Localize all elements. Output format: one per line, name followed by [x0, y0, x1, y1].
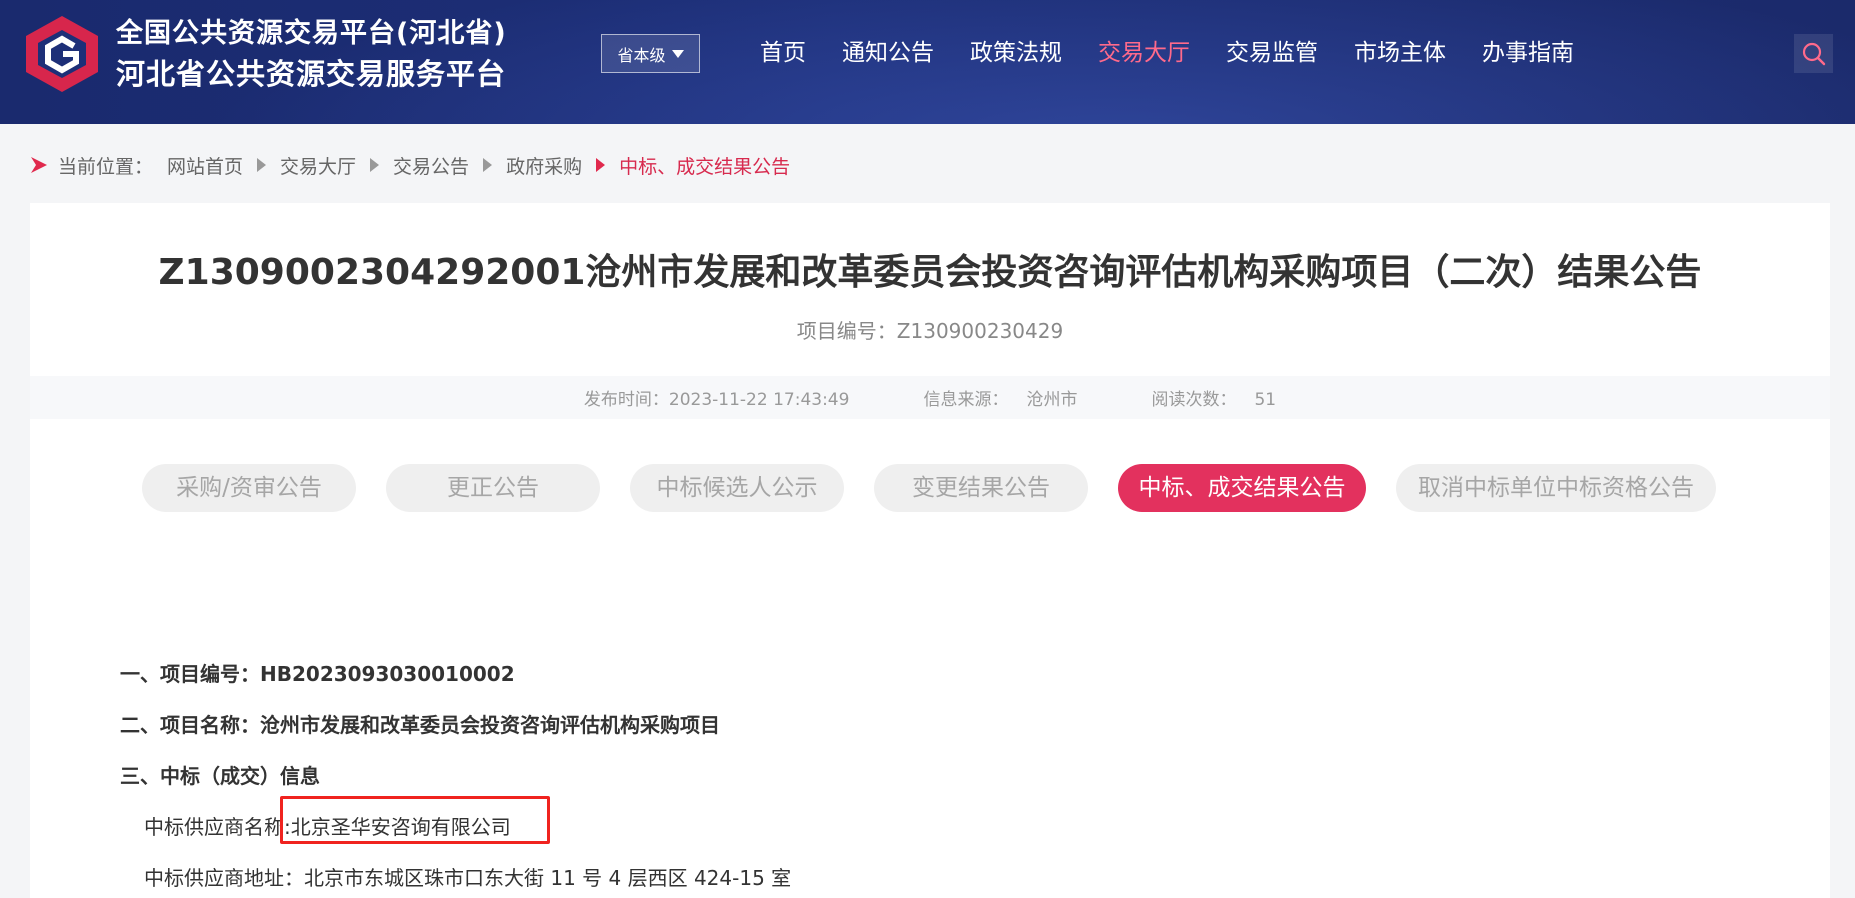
article-body: 一、项目编号：HB2023093030010002 二、项目名称：沧州市发展和改…: [120, 649, 791, 898]
main-nav: 首页 通知公告 政策法规 交易大厅 交易监管 市场主体 办事指南: [742, 30, 1592, 76]
brand-line2: 河北省公共资源交易服务平台: [116, 57, 507, 91]
article-card: Z1309002304292001沧州市发展和改革委员会投资咨询评估机构采购项目…: [30, 203, 1830, 898]
site-header: 全国公共资源交易平台(河北省) 河北省公共资源交易服务平台 省本级 首页 通知公…: [0, 0, 1855, 124]
tab-procurement-notice[interactable]: 采购/资审公告: [142, 464, 356, 512]
breadcrumb-separator-icon: [483, 158, 493, 172]
info-source: 信息来源： 沧州市: [923, 385, 1077, 410]
breadcrumb-trading-hall[interactable]: 交易大厅: [280, 152, 356, 179]
breadcrumb-label: 当前位置：: [58, 155, 154, 178]
read-count: 阅读次数： 51: [1151, 385, 1276, 410]
nav-notices[interactable]: 通知公告: [824, 30, 952, 76]
nav-guide[interactable]: 办事指南: [1464, 30, 1592, 76]
section-project-name: 二、项目名称：沧州市发展和改革委员会投资咨询评估机构采购项目: [120, 713, 720, 737]
breadcrumb: 当前位置： 网站首页 交易大厅 交易公告 政府采购 中标、成交结果公告: [28, 150, 790, 180]
nav-policies[interactable]: 政策法规: [952, 30, 1080, 76]
publish-time-value: 2023-11-22 17:43:49: [668, 390, 850, 410]
breadcrumb-separator-icon: [370, 158, 380, 172]
breadcrumb-trade-notices[interactable]: 交易公告: [393, 152, 469, 179]
section-project-number: 一、项目编号：HB2023093030010002: [120, 662, 515, 686]
publish-time: 发布时间：2023-11-22 17:43:49: [584, 385, 850, 410]
supplier-name: 中标供应商名称:北京圣华安咨询有限公司: [144, 815, 511, 839]
read-count-label: 阅读次数：: [1151, 390, 1237, 410]
breadcrumb-home[interactable]: 网站首页: [167, 152, 243, 179]
notice-tabs: 采购/资审公告 更正公告 中标候选人公示 变更结果公告 中标、成交结果公告 取消…: [142, 464, 1716, 512]
brand[interactable]: 全国公共资源交易平台(河北省) 河北省公共资源交易服务平台: [116, 14, 507, 94]
nav-market-entities[interactable]: 市场主体: [1336, 30, 1464, 76]
tab-change-result[interactable]: 变更结果公告: [874, 464, 1088, 512]
platform-logo-icon: [26, 16, 98, 92]
info-source-value: 沧州市: [1026, 390, 1078, 410]
article-title: Z1309002304292001沧州市发展和改革委员会投资咨询评估机构采购项目…: [158, 252, 1702, 293]
read-count-value: 51: [1254, 390, 1277, 410]
nav-supervision[interactable]: 交易监管: [1208, 30, 1336, 76]
level-select[interactable]: 省本级: [601, 34, 700, 73]
nav-home[interactable]: 首页: [742, 30, 824, 76]
section-award-info: 三、中标（成交）信息: [120, 764, 320, 788]
search-icon: [1802, 42, 1825, 65]
tab-correction-notice[interactable]: 更正公告: [386, 464, 600, 512]
tab-cancel-award[interactable]: 取消中标单位中标资格公告: [1396, 464, 1716, 512]
tab-candidate-publicity[interactable]: 中标候选人公示: [630, 464, 844, 512]
brand-line1: 全国公共资源交易平台(河北省): [116, 18, 507, 49]
project-number: 项目编号：Z130900230429: [796, 319, 1064, 343]
location-arrow-icon: [31, 157, 47, 173]
supplier-address: 中标供应商地址：北京市东城区珠市口东大街 11 号 4 层西区 424-15 室: [144, 866, 792, 890]
meta-bar: 发布时间：2023-11-22 17:43:49 信息来源： 沧州市 阅读次数： 5…: [30, 376, 1830, 419]
breadcrumb-gov-procurement[interactable]: 政府采购: [506, 152, 582, 179]
level-select-value: 省本级: [617, 45, 666, 65]
caret-down-icon: [671, 49, 684, 58]
nav-trading-hall[interactable]: 交易大厅: [1080, 30, 1208, 76]
publish-time-label: 发布时间：: [583, 390, 669, 410]
tab-award-result[interactable]: 中标、成交结果公告: [1118, 464, 1366, 512]
breadcrumb-separator-icon: [596, 158, 606, 172]
breadcrumb-separator-icon: [257, 158, 267, 172]
breadcrumb-current: 中标、成交结果公告: [619, 155, 791, 178]
info-source-label: 信息来源：: [923, 390, 1009, 410]
search-button[interactable]: [1794, 34, 1833, 73]
